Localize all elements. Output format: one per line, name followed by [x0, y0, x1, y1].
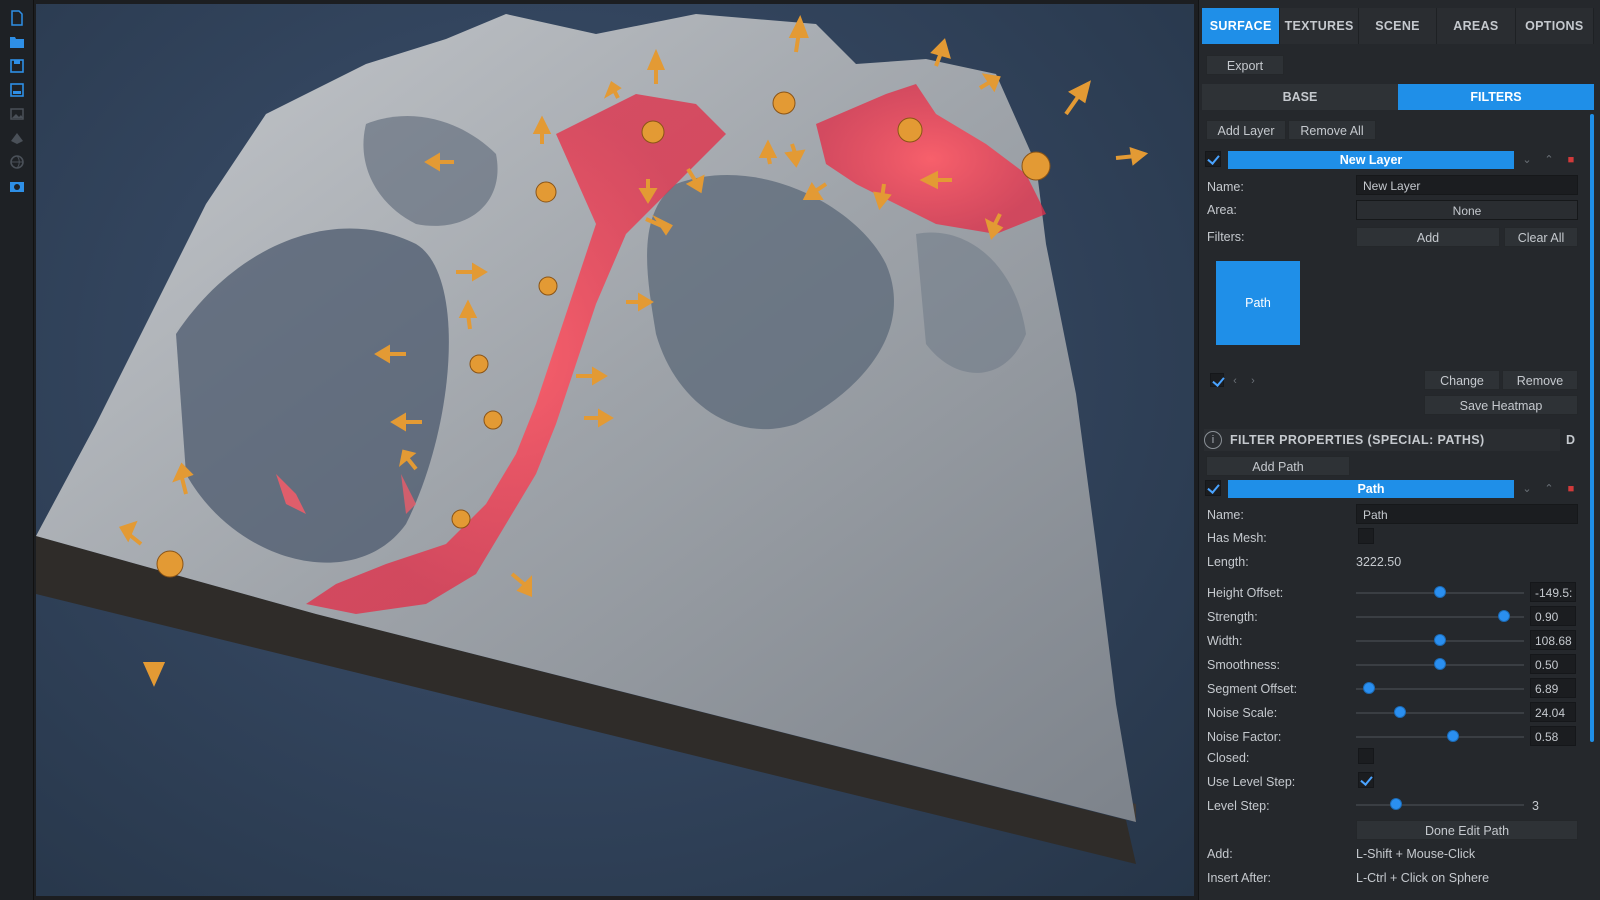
save-as-icon[interactable]: [9, 82, 25, 98]
terrain-viewport[interactable]: [36, 4, 1194, 896]
tab-scene[interactable]: SCENE: [1359, 8, 1438, 44]
insert-after-label: Insert After:: [1207, 871, 1271, 885]
add-filter-button[interactable]: Add: [1356, 227, 1500, 247]
slider-label: Noise Factor:: [1207, 730, 1282, 744]
slider-value-input[interactable]: 108.68: [1530, 630, 1576, 650]
add-layer-button[interactable]: Add Layer: [1206, 120, 1286, 140]
delete-path-icon[interactable]: ■: [1564, 482, 1578, 496]
slider-track[interactable]: [1356, 688, 1524, 690]
layer-area-label: Area:: [1207, 203, 1237, 217]
slider-knob[interactable]: [1434, 634, 1446, 646]
camera-icon[interactable]: [9, 178, 25, 194]
move-up-icon[interactable]: ⌃: [1542, 153, 1556, 167]
layer-name-label: Name:: [1207, 180, 1244, 194]
image-icon[interactable]: [9, 106, 25, 122]
clear-all-filters-button[interactable]: Clear All: [1504, 227, 1578, 247]
use-level-step-label: Use Level Step:: [1207, 775, 1296, 789]
open-folder-icon[interactable]: [9, 34, 25, 50]
slider-knob[interactable]: [1434, 658, 1446, 670]
export-button[interactable]: Export: [1206, 55, 1284, 75]
left-toolbar: [0, 0, 34, 900]
tab-surface[interactable]: SURFACE: [1202, 8, 1281, 44]
insert-after-value: L-Ctrl + Click on Sphere: [1356, 871, 1490, 885]
has-mesh-checkbox[interactable]: [1358, 528, 1374, 544]
slider-knob[interactable]: [1393, 706, 1406, 718]
slider-value-input[interactable]: 24.04: [1530, 702, 1576, 722]
slider-label: Strength:: [1207, 610, 1258, 624]
info-icon: i: [1204, 431, 1222, 449]
layer-area-select[interactable]: None: [1356, 200, 1578, 220]
tab-filters[interactable]: FILTERS: [1398, 84, 1594, 110]
tab-options[interactable]: OPTIONS: [1516, 8, 1595, 44]
change-filter-button[interactable]: Change: [1424, 370, 1500, 390]
slider-value-input[interactable]: 6.89: [1530, 678, 1576, 698]
prev-filter-icon[interactable]: ‹: [1228, 374, 1242, 388]
path-header[interactable]: Path: [1228, 480, 1514, 498]
layer-header[interactable]: New Layer: [1228, 151, 1514, 169]
add-hint-label: Add:: [1207, 847, 1233, 861]
main-tabs: SURFACE TEXTURES SCENE AREAS OPTIONS: [1202, 8, 1595, 44]
tab-base[interactable]: BASE: [1202, 84, 1398, 110]
save-heatmap-button[interactable]: Save Heatmap: [1424, 395, 1578, 415]
level-step-track[interactable]: [1356, 804, 1524, 806]
slider-knob[interactable]: [1434, 586, 1446, 598]
level-step-label: Level Step:: [1207, 799, 1270, 813]
path-move-up-icon[interactable]: ⌃: [1542, 482, 1556, 496]
next-filter-icon[interactable]: ›: [1246, 374, 1260, 388]
layer-name-input[interactable]: New Layer: [1356, 175, 1578, 195]
remove-filter-button[interactable]: Remove: [1502, 370, 1578, 390]
path-name-label: Name:: [1207, 508, 1244, 522]
slider-value-input[interactable]: -149.5:: [1530, 582, 1576, 602]
path-collapse-chevron-icon[interactable]: ⌄: [1520, 482, 1534, 496]
slider-value-input[interactable]: 0.50: [1530, 654, 1576, 674]
layer-enabled-checkbox[interactable]: [1205, 151, 1221, 167]
slider-value-input[interactable]: 0.90: [1530, 606, 1576, 626]
use-level-step-checkbox[interactable]: [1358, 772, 1374, 788]
slider-label: Width:: [1207, 634, 1243, 648]
mesh-icon[interactable]: [9, 130, 25, 146]
slider-track[interactable]: [1356, 736, 1524, 738]
terrain-scene: [36, 14, 1149, 864]
length-label: Length:: [1207, 555, 1249, 569]
layer-filters-label: Filters:: [1207, 230, 1245, 244]
done-edit-path-button[interactable]: Done Edit Path: [1356, 820, 1578, 840]
slider-value-input[interactable]: 0.58: [1530, 726, 1576, 746]
slider-label: Height Offset:: [1207, 586, 1284, 600]
level-step-value: 3: [1532, 799, 1539, 813]
save-icon[interactable]: [9, 58, 25, 74]
has-mesh-label: Has Mesh:: [1207, 531, 1267, 545]
closed-label: Closed:: [1207, 751, 1250, 765]
filter-item-path[interactable]: Path: [1216, 261, 1300, 345]
remove-all-button[interactable]: Remove All: [1288, 120, 1376, 140]
add-hint-value: L-Shift + Mouse-Click: [1356, 847, 1476, 861]
slider-label: Segment Offset:: [1207, 682, 1298, 696]
collapse-chevron-icon[interactable]: ⌄: [1520, 153, 1534, 167]
sub-tabs: BASE FILTERS: [1202, 84, 1594, 110]
globe-icon[interactable]: [9, 154, 25, 170]
tab-areas[interactable]: AREAS: [1437, 8, 1516, 44]
tab-textures[interactable]: TEXTURES: [1280, 8, 1359, 44]
filter-enabled-checkbox[interactable]: [1210, 373, 1224, 387]
slider-knob[interactable]: [1497, 610, 1510, 622]
panel-scrollbar[interactable]: [1590, 114, 1594, 742]
new-file-icon[interactable]: [9, 10, 25, 26]
d-toggle-button[interactable]: D: [1566, 433, 1575, 447]
delete-layer-icon[interactable]: ■: [1564, 153, 1578, 167]
length-value: 3222.50: [1356, 555, 1402, 569]
path-name-input[interactable]: Path: [1356, 504, 1578, 524]
closed-checkbox[interactable]: [1358, 748, 1374, 764]
filter-properties-title: FILTER PROPERTIES (SPECIAL: PATHS): [1230, 433, 1485, 447]
slider-track[interactable]: [1356, 712, 1524, 714]
path-enabled-checkbox[interactable]: [1205, 480, 1221, 496]
slider-label: Smoothness:: [1207, 658, 1280, 672]
slider-label: Noise Scale:: [1207, 706, 1278, 720]
add-path-button[interactable]: Add Path: [1206, 456, 1350, 476]
